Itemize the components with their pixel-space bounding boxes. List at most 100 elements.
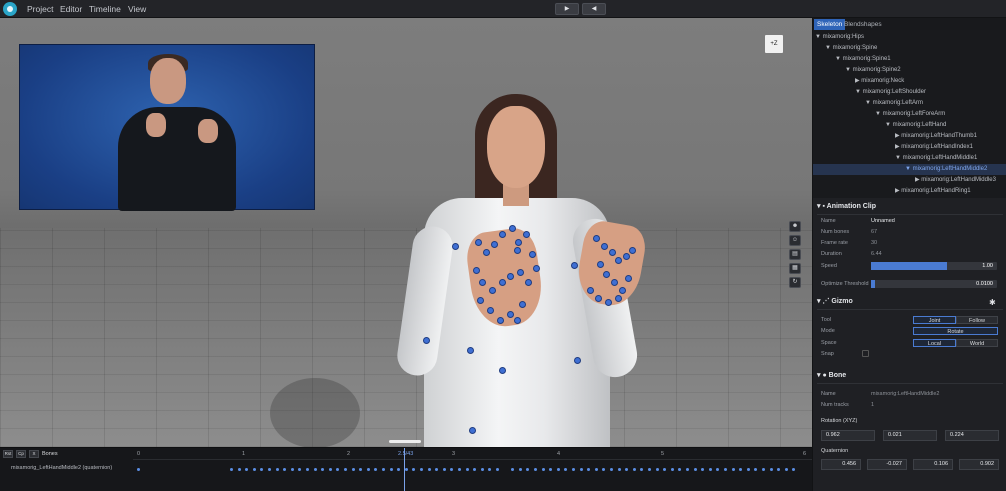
menu-editor[interactable]: Editor xyxy=(60,4,82,14)
joint-marker[interactable] xyxy=(508,312,513,317)
quaternion-z-input[interactable]: 0.106 xyxy=(913,459,953,470)
bone-header[interactable]: ▾ ● Bone xyxy=(817,369,1003,383)
joint-marker[interactable] xyxy=(616,296,621,301)
quaternion-y-input[interactable]: -0.027 xyxy=(867,459,907,470)
timeline[interactable]: Rst Cp X Bones 0 1 2 2.5/43 3 4 5 6 mixamorig_L… xyxy=(0,447,812,491)
animation-clip-header[interactable]: ▾ ▪ Animation Clip xyxy=(817,200,1003,214)
keyframe[interactable] xyxy=(137,468,140,471)
tree-item[interactable]: ▼ mixamorig:LeftHandMiddle1 xyxy=(813,153,1006,164)
joint-marker[interactable] xyxy=(515,248,520,253)
joint-marker[interactable] xyxy=(515,318,520,323)
joint-marker[interactable] xyxy=(510,226,515,231)
keyframe[interactable] xyxy=(306,468,309,471)
mode-select[interactable]: Rotate xyxy=(913,327,998,335)
joint-marker[interactable] xyxy=(490,288,495,293)
keyframe[interactable] xyxy=(663,468,667,471)
keyframe[interactable] xyxy=(496,468,499,471)
keyframe[interactable] xyxy=(237,468,241,471)
joint-marker[interactable] xyxy=(516,240,521,245)
3d-viewport[interactable]: +Z ☻ ☺ ▤ ▦ ↻ xyxy=(0,18,812,447)
joint-marker[interactable] xyxy=(602,244,607,249)
joint-marker[interactable] xyxy=(626,276,631,281)
joint-marker[interactable] xyxy=(624,254,629,259)
keyframe[interactable] xyxy=(716,468,720,471)
view-face-button[interactable]: ☺ xyxy=(789,235,801,246)
keyframe[interactable] xyxy=(724,468,727,471)
space-local-option[interactable]: Local xyxy=(913,339,956,347)
joint-marker[interactable] xyxy=(610,250,615,255)
keyframe[interactable] xyxy=(769,468,773,471)
keyframe[interactable] xyxy=(632,468,636,471)
speed-slider[interactable]: 1.00 xyxy=(871,262,997,270)
keyframe[interactable] xyxy=(245,468,249,471)
timeline-delete-button[interactable]: X xyxy=(29,450,39,458)
keyframe[interactable] xyxy=(518,468,522,471)
keyframe[interactable] xyxy=(480,468,484,471)
keyframe[interactable] xyxy=(784,468,788,471)
joint-marker[interactable] xyxy=(520,302,525,307)
keyframe[interactable] xyxy=(579,468,583,471)
joint-marker[interactable] xyxy=(612,280,617,285)
keyframe[interactable] xyxy=(594,468,598,471)
joint-marker[interactable] xyxy=(480,280,485,285)
tool-joint-option[interactable]: Joint xyxy=(913,316,956,324)
tree-item[interactable]: ▶ mixamorig:LeftHandRing1 xyxy=(813,186,1006,197)
joint-marker[interactable] xyxy=(468,348,473,353)
joint-marker[interactable] xyxy=(478,298,483,303)
optimize-threshold-slider[interactable]: 0.0100 xyxy=(871,280,997,288)
viewport-scrubber[interactable] xyxy=(389,440,421,443)
space-world-option[interactable]: World xyxy=(956,339,998,347)
joint-marker[interactable] xyxy=(526,280,531,285)
keyframe[interactable] xyxy=(777,468,781,471)
keyframe[interactable] xyxy=(404,468,408,471)
keyframe[interactable] xyxy=(610,468,613,471)
joint-marker[interactable] xyxy=(575,358,580,363)
keyframe[interactable] xyxy=(268,468,271,471)
joint-marker[interactable] xyxy=(488,308,493,313)
keyframe[interactable] xyxy=(252,468,256,471)
joint-marker[interactable] xyxy=(620,288,625,293)
keyframe[interactable] xyxy=(313,468,317,471)
joint-marker[interactable] xyxy=(594,236,599,241)
tab-blendshapes[interactable]: Blendshapes xyxy=(841,19,885,30)
keyframe[interactable] xyxy=(336,468,340,471)
keyframe[interactable] xyxy=(648,468,651,471)
joint-marker[interactable] xyxy=(476,240,481,245)
view-grid-button[interactable]: ▦ xyxy=(789,263,801,274)
joint-marker[interactable] xyxy=(616,258,621,263)
rotation-y-input[interactable]: 0.021 xyxy=(883,430,937,441)
timeline-reset-button[interactable]: Rst xyxy=(3,450,13,458)
keyframe[interactable] xyxy=(389,468,393,471)
playhead[interactable] xyxy=(404,448,405,491)
joint-marker[interactable] xyxy=(630,248,635,253)
keyframe[interactable] xyxy=(739,468,743,471)
keyframe[interactable] xyxy=(465,468,469,471)
rewind-button[interactable]: ◀ xyxy=(582,3,606,15)
keyframe[interactable] xyxy=(670,468,674,471)
joint-marker[interactable] xyxy=(500,232,505,237)
keyframe[interactable] xyxy=(625,468,629,471)
keyframe[interactable] xyxy=(541,468,545,471)
keyframe[interactable] xyxy=(534,468,537,471)
joint-marker[interactable] xyxy=(598,262,603,267)
keyframe[interactable] xyxy=(473,468,477,471)
snap-checkbox[interactable] xyxy=(862,350,869,357)
joint-marker[interactable] xyxy=(604,272,609,277)
menu-timeline[interactable]: Timeline xyxy=(89,4,121,14)
keyframe[interactable] xyxy=(344,468,347,471)
joint-marker[interactable] xyxy=(424,338,429,343)
joint-marker[interactable] xyxy=(572,263,577,268)
keyframe[interactable] xyxy=(275,468,279,471)
keyframe[interactable] xyxy=(488,468,492,471)
keyframe[interactable] xyxy=(556,468,560,471)
keyframe[interactable] xyxy=(450,468,454,471)
keyframe[interactable] xyxy=(328,468,332,471)
view-reset-button[interactable]: ↻ xyxy=(789,277,801,288)
tree-item[interactable]: ▼ mixamorig:LeftHandMiddle2 xyxy=(813,164,1006,175)
keyframe[interactable] xyxy=(655,468,659,471)
tree-item[interactable]: ▶ mixamorig:LeftHandMiddle3 xyxy=(813,175,1006,186)
tree-item[interactable]: ▼ mixamorig:Spine2 xyxy=(813,65,1006,76)
tree-item[interactable]: ▼ mixamorig:LeftArm xyxy=(813,98,1006,109)
joint-marker[interactable] xyxy=(492,242,497,247)
joint-marker[interactable] xyxy=(470,428,475,433)
